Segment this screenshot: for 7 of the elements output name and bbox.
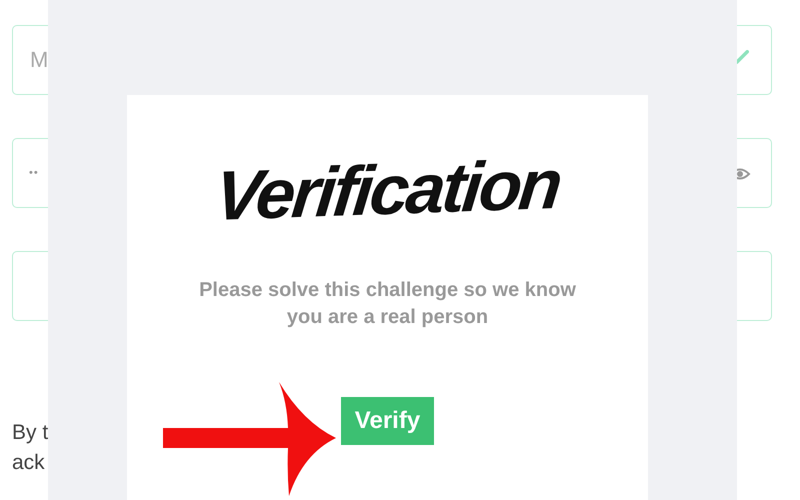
terms-text: ack: [12, 450, 45, 476]
terms-text: By t: [12, 420, 48, 446]
password-dots: ••: [29, 167, 39, 179]
placeholder-text: M: [30, 47, 48, 73]
challenge-message: Please solve this challenge so we know you are a real person: [198, 278, 577, 330]
verify-button[interactable]: Verify: [340, 397, 434, 445]
captcha-text: Verification: [212, 149, 564, 231]
